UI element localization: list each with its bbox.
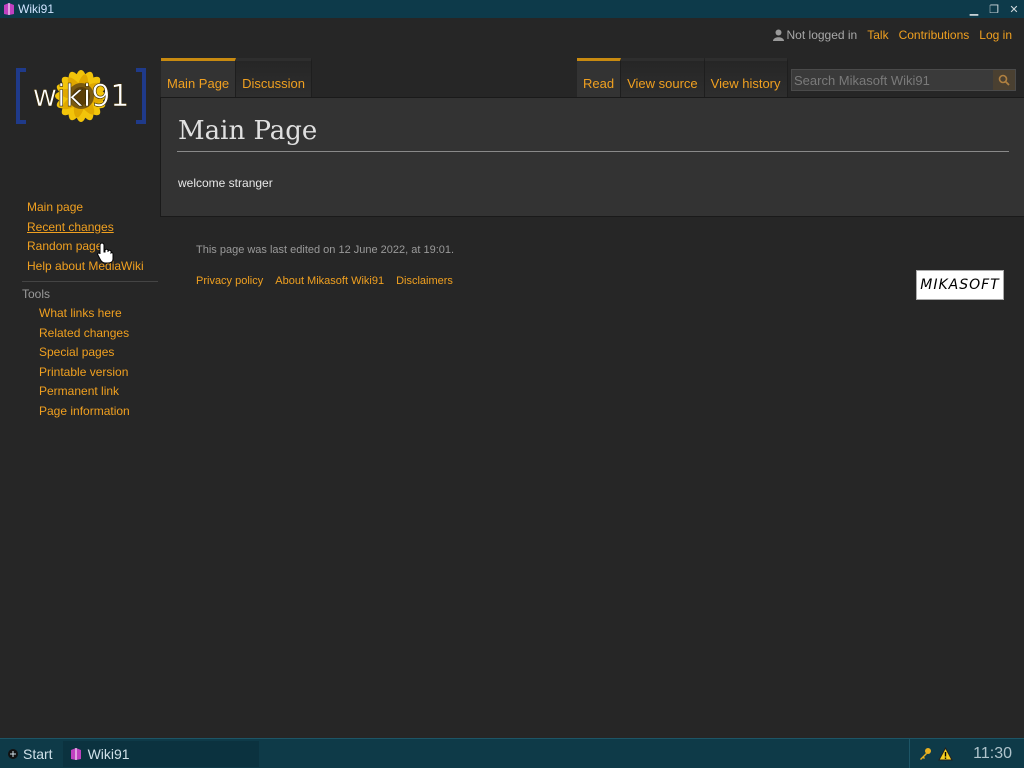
disclaimers-link[interactable]: Disclaimers xyxy=(396,275,453,287)
personal-tools: Not logged in Talk Contributions Log in xyxy=(772,28,1012,42)
wiki-book-icon xyxy=(70,747,81,760)
search-button[interactable] xyxy=(993,70,1015,90)
sidebar-item-special-pages[interactable]: Special pages xyxy=(0,343,160,363)
not-logged-in-status: Not logged in xyxy=(772,28,858,42)
taskbar-clock: 11:30 xyxy=(973,745,1012,762)
user-icon xyxy=(772,29,784,41)
key-icon[interactable] xyxy=(918,747,932,761)
minimize-icon[interactable]: ▁ xyxy=(968,3,980,16)
footer-links: Privacy policy About Mikasoft Wiki91 Dis… xyxy=(196,275,453,287)
wiki-logo[interactable]: wiki91 xyxy=(14,46,148,150)
sidebar-item-random-page[interactable]: Random page xyxy=(0,237,160,257)
taskbar-item-label: Wiki91 xyxy=(87,745,130,762)
window-controls: ▁ ❐ ✕ xyxy=(968,0,1020,18)
tab-read[interactable]: Read xyxy=(577,58,622,98)
last-edited-info: This page was last edited on 12 June 202… xyxy=(196,244,455,256)
window-title: Wiki91 xyxy=(18,2,55,16)
tab-view-history[interactable]: View history xyxy=(704,58,788,98)
hand-cursor-icon xyxy=(97,242,114,264)
mikasoft-badge[interactable]: MIKASOFT xyxy=(916,270,1004,300)
log-in-link[interactable]: Log in xyxy=(979,28,1012,42)
sidebar-item-what-links-here[interactable]: What links here xyxy=(0,304,160,324)
search-icon xyxy=(998,74,1010,86)
sidebar: Main page Recent changes Random page Hel… xyxy=(0,198,160,421)
start-icon xyxy=(8,748,18,759)
page-title: Main Page xyxy=(178,116,318,146)
page-body-text: welcome stranger xyxy=(178,176,273,190)
contributions-link[interactable]: Contributions xyxy=(899,28,970,42)
taskbar-item-wiki91[interactable]: Wiki91 xyxy=(62,740,259,767)
namespace-tabs: Main Page Discussion xyxy=(161,58,313,98)
sidebar-item-permanent-link[interactable]: Permanent link xyxy=(0,382,160,402)
taskbar: Start Wiki91 11:30 xyxy=(0,738,1024,768)
start-label: Start xyxy=(23,745,53,762)
close-icon[interactable]: ✕ xyxy=(1008,3,1020,16)
search-box xyxy=(791,69,1016,91)
view-tabs: Read View source View history xyxy=(577,58,788,98)
sidebar-item-related-changes[interactable]: Related changes xyxy=(0,324,160,344)
sidebar-navigation: Main page Recent changes Random page Hel… xyxy=(0,198,160,276)
start-button[interactable]: Start xyxy=(0,741,59,767)
title-divider xyxy=(177,151,1009,152)
tab-view-source[interactable]: View source xyxy=(621,58,705,98)
tools-heading: Tools xyxy=(22,287,51,301)
window-titlebar: Wiki91 ▁ ❐ ✕ xyxy=(0,0,1024,18)
content-area: Main Page welcome stranger xyxy=(160,97,1024,217)
about-link[interactable]: About Mikasoft Wiki91 xyxy=(275,275,384,287)
sidebar-item-page-information[interactable]: Page information xyxy=(0,402,160,422)
warning-icon[interactable] xyxy=(938,747,953,761)
not-logged-in-label: Not logged in xyxy=(786,28,858,42)
wiki-book-icon xyxy=(4,3,14,15)
restore-icon[interactable]: ❐ xyxy=(988,3,1000,16)
sidebar-tools: What links here Related changes Special … xyxy=(0,304,160,421)
privacy-policy-link[interactable]: Privacy policy xyxy=(196,275,263,287)
sidebar-item-main-page[interactable]: Main page xyxy=(0,198,160,218)
logo-text: wiki91 xyxy=(33,79,130,114)
talk-link[interactable]: Talk xyxy=(867,28,888,42)
sidebar-divider xyxy=(22,281,158,282)
system-tray: 11:30 xyxy=(909,739,1024,768)
sidebar-item-recent-changes[interactable]: Recent changes xyxy=(0,218,160,238)
search-input[interactable] xyxy=(792,70,993,90)
sidebar-item-help[interactable]: Help about MediaWiki xyxy=(0,257,160,277)
sidebar-item-printable-version[interactable]: Printable version xyxy=(0,363,160,383)
wiki-page: Not logged in Talk Contributions Log in xyxy=(0,18,1024,738)
tab-discussion[interactable]: Discussion xyxy=(236,58,313,98)
tab-main-page[interactable]: Main Page xyxy=(161,58,237,98)
